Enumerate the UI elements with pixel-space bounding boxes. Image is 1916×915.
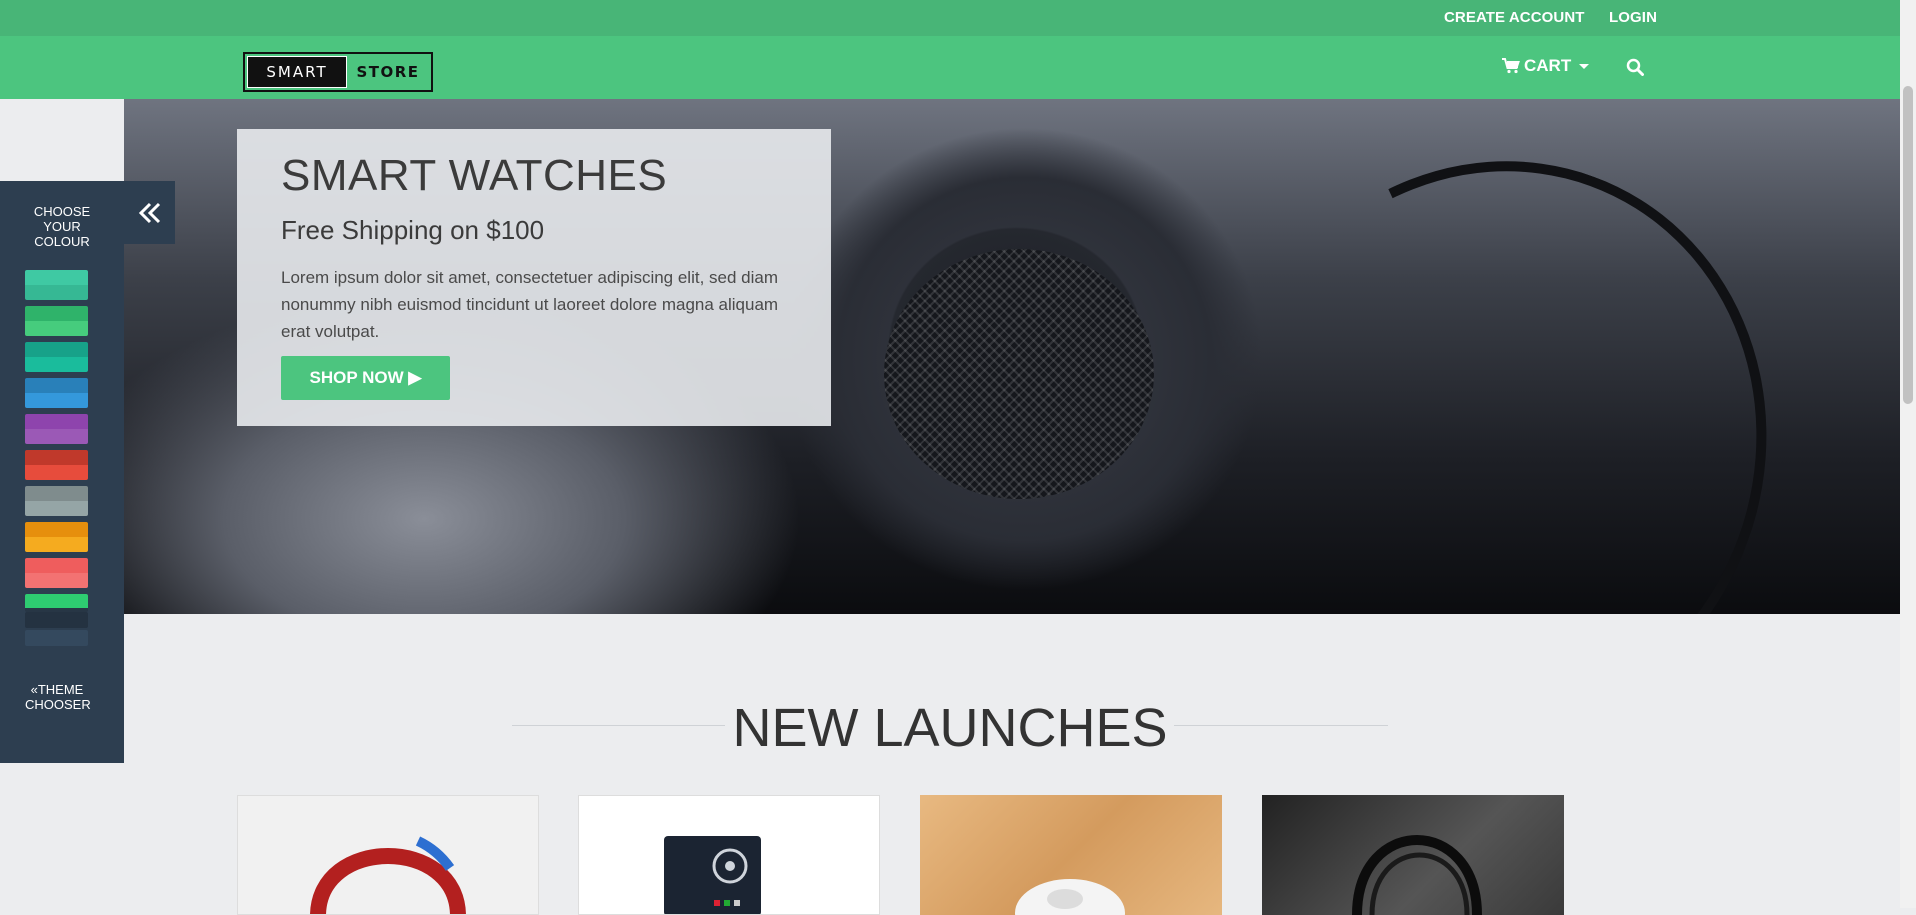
product-image-speaker (664, 836, 761, 914)
product-card[interactable] (1262, 795, 1564, 915)
swatch-blue[interactable] (25, 378, 88, 408)
create-account-link[interactable]: CREATE ACCOUNT (1444, 9, 1585, 26)
logo-text-store: STORE (356, 63, 420, 81)
search-button[interactable] (1626, 58, 1644, 81)
section-heading: NEW LAUNCHES (732, 698, 1168, 758)
heading-rule-right (1174, 725, 1388, 726)
swatch-salmon[interactable] (25, 558, 88, 588)
login-link[interactable]: LOGIN (1609, 9, 1657, 26)
shop-now-button[interactable]: SHOP NOW ▶ (281, 356, 450, 400)
top-bar: CREATE ACCOUNT LOGIN (0, 0, 1900, 36)
product-card[interactable] (578, 795, 880, 915)
swatch-emerald[interactable] (25, 306, 88, 336)
swatch-red[interactable] (25, 450, 88, 480)
swatch-orange[interactable] (25, 522, 88, 552)
swatch-slate[interactable] (25, 612, 88, 628)
chooser-title-text: CHOOSE YOUR COLOUR (33, 204, 91, 249)
swatch-grey[interactable] (25, 486, 88, 516)
promo-title: SMART WATCHES (281, 151, 668, 200)
product-image-headphones-black (1352, 835, 1482, 915)
swatch-green-sea[interactable] (25, 342, 88, 372)
search-icon (1626, 58, 1644, 76)
product-card[interactable] (237, 795, 539, 915)
swatch-turquoise[interactable] (25, 270, 88, 300)
shopping-cart-icon (1502, 58, 1520, 74)
swatch-purple[interactable] (25, 414, 88, 444)
chevron-down-icon (1579, 63, 1590, 69)
swatch-emerald-dark[interactable] (25, 594, 88, 612)
colour-chooser-panel: CHOOSE YOUR COLOUR «THEME CHOOSER (0, 181, 124, 763)
promo-description: Lorem ipsum dolor sit amet, consectetuer… (281, 268, 779, 341)
cart-label: CART (1524, 56, 1572, 75)
logo-text-smart: SMART (247, 56, 347, 88)
product-card[interactable] (920, 795, 1222, 915)
promo-box: SMART WATCHES Free Shipping on $100 Lore… (237, 129, 831, 426)
hero-headphone-band (1141, 99, 1847, 614)
double-chevron-left-icon (138, 202, 160, 223)
store-logo[interactable]: SMART STORE (243, 52, 433, 92)
product-image-earbuds-case (1015, 879, 1125, 915)
promo-subtitle: Free Shipping on $100 (281, 215, 545, 245)
product-image-headphones-red (310, 836, 466, 914)
cart-dropdown[interactable]: CART (1502, 56, 1590, 76)
navbar: SMART STORE CART (0, 36, 1900, 99)
scrollbar-thumb[interactable] (1903, 86, 1913, 404)
hero-headphone-image (884, 249, 1154, 499)
swatch-navy[interactable] (25, 630, 88, 646)
page-scrollbar[interactable] (1900, 0, 1916, 908)
chooser-toggle-button[interactable] (124, 181, 175, 244)
chooser-title: CHOOSE YOUR COLOUR (0, 204, 124, 249)
